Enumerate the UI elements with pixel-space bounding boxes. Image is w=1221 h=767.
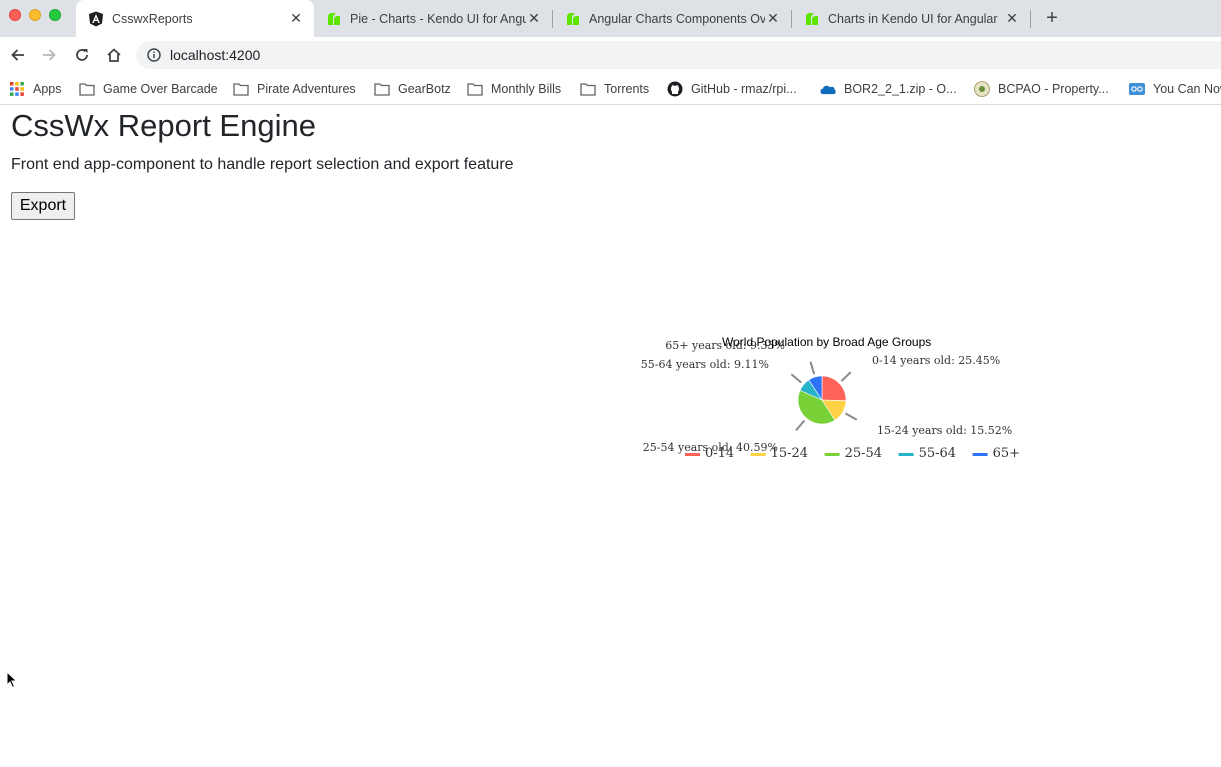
bcpao-icon — [974, 81, 990, 97]
leader-line-25-54 — [795, 419, 806, 432]
tab-charts-kendo-angular[interactable]: Charts in Kendo UI for Angular ✕ — [792, 0, 1031, 37]
site-info-icon[interactable] — [147, 48, 161, 62]
bookmarks-bar: Apps Game Over Barcade Pirate Adventures… — [0, 73, 1221, 105]
leader-line-55-64 — [790, 373, 802, 384]
kendo-icon — [565, 11, 581, 27]
home-icon[interactable] — [103, 44, 125, 66]
folder-icon — [580, 81, 596, 97]
page-content: CssWx Report Engine Front end app-compon… — [0, 106, 1221, 767]
bookmark-label: Pirate Adventures — [257, 82, 356, 96]
data-label-15-24: 15-24 years old: 15.52% — [877, 424, 1012, 437]
bookmark-label: Monthly Bills — [491, 82, 562, 96]
bookmark-github[interactable]: GitHub - rmaz/rpi... — [667, 79, 797, 99]
apps-grid-icon — [9, 81, 25, 97]
legend-label-55-64[interactable]: 55-64 — [919, 446, 956, 461]
new-tab-plus-icon[interactable]: + — [1042, 8, 1062, 29]
chart-title: World Population by Broad Age Groups — [722, 335, 931, 349]
reload-icon[interactable] — [71, 44, 93, 66]
bookmark-folder-game-over-barcade[interactable]: Game Over Barcade — [79, 79, 218, 99]
kendo-icon — [326, 11, 342, 27]
page-subtitle: Front end app-component to handle report… — [11, 156, 514, 173]
legend-marker-55-64[interactable] — [898, 453, 914, 456]
tab-separator — [1030, 10, 1031, 28]
page-title: CssWx Report Engine — [11, 108, 316, 143]
browser-tab-strip: CsswxReports ✕ Pie - Charts - Kendo UI f… — [0, 0, 1221, 37]
data-label-0-14: 0-14 years old: 25.45% — [872, 354, 1000, 367]
tab-title: Charts in Kendo UI for Angular — [828, 11, 998, 26]
bookmark-folder-gearbotz[interactable]: GearBotz — [374, 79, 451, 99]
legend-label-0-14[interactable]: 0-14 — [705, 446, 734, 461]
leader-line-65+ — [809, 361, 816, 375]
tab-csswxreports[interactable]: CsswxReports ✕ — [76, 0, 314, 37]
folder-icon — [467, 81, 483, 97]
legend-label-25-54[interactable]: 25-54 — [845, 446, 882, 461]
forward-arrow-icon[interactable] — [38, 44, 60, 66]
tab-title: Pie - Charts - Kendo UI for Angular — [350, 11, 526, 26]
tab-angular-charts-overview[interactable]: Angular Charts Components Overview ✕ — [553, 0, 792, 37]
url-text: localhost:4200 — [170, 47, 261, 63]
pie-chart-svg: 0-14 years old: 25.45% 15-24 years old: 1… — [641, 335, 1020, 461]
bookmark-folder-monthly-bills[interactable]: Monthly Bills — [467, 79, 561, 99]
bookmark-onedrive[interactable]: BOR2_2_1.zip - O... — [820, 79, 957, 99]
bookmark-label: GitHub - rmaz/rpi... — [691, 82, 797, 96]
onedrive-icon — [820, 81, 836, 97]
back-arrow-icon[interactable] — [7, 44, 29, 66]
folder-icon — [374, 81, 390, 97]
kendo-icon — [804, 11, 820, 27]
bookmark-label: BCPAO - Property... — [998, 82, 1109, 96]
tab-pie-charts-kendo[interactable]: Pie - Charts - Kendo UI for Angular ✕ — [314, 0, 553, 37]
address-bar[interactable]: localhost:4200 — [136, 41, 1221, 69]
data-label-55-64: 55-64 years old: 9.11% — [641, 358, 769, 371]
legend-marker-25-54[interactable] — [824, 453, 840, 456]
tab-close-icon[interactable]: ✕ — [765, 10, 781, 27]
bookmark-label: You Can Now — [1153, 82, 1221, 96]
window-zoom-button[interactable] — [49, 9, 61, 21]
leader-line-0-14 — [840, 371, 852, 382]
population-pie-chart: 0-14 years old: 25.45% 15-24 years old: 1… — [640, 332, 1020, 472]
tab-title: Angular Charts Components Overview — [589, 11, 765, 26]
bookmark-folder-pirate-adventures[interactable]: Pirate Adventures — [233, 79, 356, 99]
export-button[interactable]: Export — [11, 192, 75, 220]
angular-icon — [88, 11, 104, 27]
bookmark-label: Game Over Barcade — [103, 82, 218, 96]
bookmark-label: GearBotz — [398, 82, 451, 96]
tab-close-icon[interactable]: ✕ — [288, 10, 304, 27]
bookmark-label: Torrents — [604, 82, 650, 96]
legend-marker-0-14[interactable] — [685, 453, 700, 456]
legend-label-15-24[interactable]: 15-24 — [771, 446, 808, 461]
bookmark-label: Apps — [33, 82, 62, 96]
mouse-cursor-icon — [6, 671, 18, 689]
folder-icon — [233, 81, 249, 97]
window-close-button[interactable] — [9, 9, 21, 21]
bookmark-label: BOR2_2_1.zip - O... — [844, 82, 957, 96]
window-minimize-button[interactable] — [29, 9, 41, 21]
leader-line-15-24 — [844, 412, 858, 421]
legend-marker-65+[interactable] — [972, 453, 988, 456]
bookmark-you-can-now[interactable]: You Can Now — [1129, 79, 1221, 99]
tab-close-icon[interactable]: ✕ — [526, 10, 542, 27]
bookmark-bcpao[interactable]: BCPAO - Property... — [974, 79, 1109, 99]
github-icon — [667, 81, 683, 97]
bookmark-folder-torrents[interactable]: Torrents — [580, 79, 649, 99]
browser-toolbar: localhost:4200 — [0, 37, 1221, 73]
folder-icon — [79, 81, 95, 97]
odoo-icon — [1129, 81, 1145, 97]
bookmark-apps[interactable]: Apps — [9, 79, 62, 99]
tab-close-icon[interactable]: ✕ — [1004, 10, 1020, 27]
tab-title: CsswxReports — [112, 11, 193, 26]
legend-marker-15-24[interactable] — [750, 453, 766, 456]
legend-label-65+[interactable]: 65+ — [993, 446, 1020, 461]
